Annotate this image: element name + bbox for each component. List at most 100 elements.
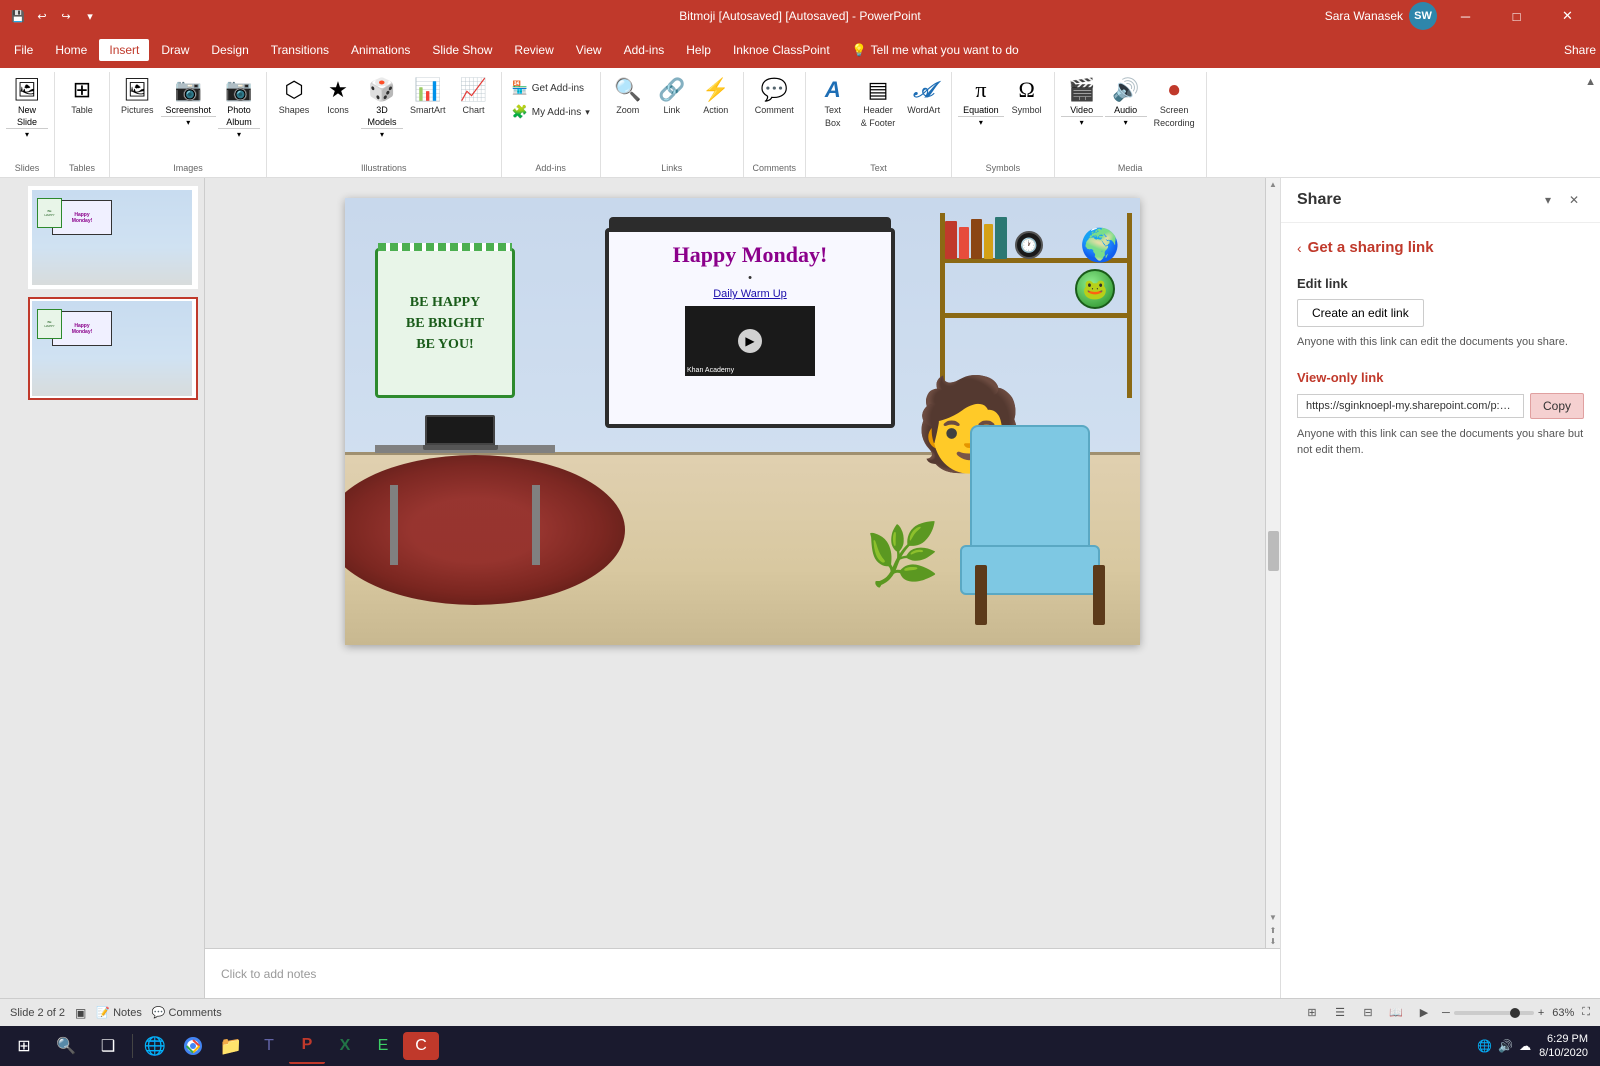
screenshot-arrow[interactable]: ▾ (161, 116, 217, 128)
link-button[interactable]: 🔗 Link (651, 74, 693, 119)
photo-album-button[interactable]: 📷 Photo Album ▾ (218, 74, 260, 140)
equation-button[interactable]: π Equation ▾ (958, 74, 1004, 128)
new-slide-arrow[interactable]: ▾ (6, 128, 48, 140)
video-button[interactable]: 🎬 Video ▾ (1061, 74, 1103, 128)
comments-button[interactable]: 💬 Comments (152, 1006, 222, 1019)
zoom-slider[interactable] (1454, 1011, 1534, 1015)
taskbar-edge[interactable]: 🌐 (137, 1028, 173, 1064)
save-icon[interactable]: 💾 (10, 8, 26, 24)
audio-arrow[interactable]: ▾ (1105, 116, 1147, 128)
video-arrow[interactable]: ▾ (1061, 116, 1103, 128)
3d-models-arrow[interactable]: ▾ (361, 128, 403, 140)
my-addins-button[interactable]: 🧩 My Add-ins ▾ (508, 102, 594, 122)
notes-area[interactable]: Click to add notes (205, 948, 1280, 998)
notes-button[interactable]: 📝 Notes (96, 1006, 141, 1019)
fit-slide-icon[interactable]: ⛶ (1582, 1006, 1590, 1019)
menu-insert[interactable]: Insert (99, 39, 149, 61)
wordart-button[interactable]: 𝒜 WordArt (902, 74, 945, 119)
taskbar-edge-green[interactable]: E (365, 1028, 401, 1064)
menu-view[interactable]: View (566, 39, 612, 61)
chart-button[interactable]: 📈 Chart (453, 74, 495, 119)
vertical-scrollbar[interactable]: ▲ ▼ ⬆ ⬇ (1265, 178, 1280, 948)
menu-transitions[interactable]: Transitions (261, 39, 339, 61)
menu-file[interactable]: File (4, 39, 43, 61)
outline-view-button[interactable]: ☰ (1330, 1003, 1350, 1023)
taskbar-powerpoint[interactable]: P (289, 1028, 325, 1064)
taskbar-excel[interactable]: X (327, 1028, 363, 1064)
search-button[interactable]: 🔍 (46, 1026, 86, 1066)
menu-slideshow[interactable]: Slide Show (422, 39, 502, 61)
normal-view-button[interactable]: ⊞ (1302, 1003, 1322, 1023)
photo-album-arrow[interactable]: ▾ (218, 128, 260, 140)
slide-thumb-2[interactable]: HappyMonday! BEHAPPY (28, 297, 198, 400)
audio-button[interactable]: 🔊 Audio ▾ (1105, 74, 1147, 128)
task-view-button[interactable]: ❑ (88, 1026, 128, 1066)
text-box-button[interactable]: A Text Box (812, 74, 854, 132)
scroll-thumb[interactable] (1268, 531, 1279, 571)
reading-view-button[interactable]: 📖 (1386, 1003, 1406, 1023)
symbol-button[interactable]: Ω Symbol (1006, 74, 1048, 119)
slide-sorter-button[interactable]: ⊟ (1358, 1003, 1378, 1023)
screen-recording-button[interactable]: ⏺ Screen Recording (1149, 74, 1200, 132)
screenshot-button[interactable]: 📷 Screenshot ▾ (161, 74, 217, 128)
table-button[interactable]: ⊞ Table (61, 74, 103, 119)
time-display[interactable]: 6:29 PM 8/10/2020 (1539, 1032, 1588, 1061)
menu-design[interactable]: Design (201, 39, 258, 61)
maximize-button[interactable]: □ (1494, 0, 1539, 32)
header-footer-button[interactable]: ▤ Header & Footer (856, 74, 901, 132)
3d-models-button[interactable]: 🎲 3D Models ▾ (361, 74, 403, 140)
taskbar-explorer[interactable]: 📁 (213, 1028, 249, 1064)
zoom-out-icon[interactable]: ─ (1442, 1007, 1450, 1019)
share-panel-dropdown[interactable]: ▾ (1538, 190, 1558, 210)
zoom-button[interactable]: 🔍 Zoom (607, 74, 649, 119)
slide-layout-icon[interactable]: ▣ (75, 1006, 86, 1020)
create-edit-link-button[interactable]: Create an edit link (1297, 299, 1424, 327)
new-slide-button[interactable]: 🖼 New Slide ▾ (6, 74, 48, 140)
scroll-nav-up[interactable]: ⬆ (1270, 926, 1277, 935)
shapes-button[interactable]: ⬡ Shapes (273, 74, 315, 119)
zoom-in-icon[interactable]: + (1538, 1007, 1544, 1019)
taskbar-chrome[interactable] (175, 1028, 211, 1064)
share-menu-button[interactable]: Share (1564, 43, 1596, 57)
menu-home[interactable]: Home (45, 39, 97, 61)
scroll-nav-down[interactable]: ⬇ (1270, 937, 1277, 946)
scroll-up-arrow[interactable]: ▲ (1269, 180, 1277, 189)
taskbar-red-app[interactable]: C (403, 1032, 439, 1060)
redo-icon[interactable]: ↪ (58, 8, 74, 24)
get-addins-button[interactable]: 🏪 Get Add-ins (508, 78, 594, 98)
onedrive-icon[interactable]: ☁ (1519, 1039, 1531, 1053)
view-link-input[interactable] (1297, 394, 1524, 418)
customize-icon[interactable]: ▾ (82, 8, 98, 24)
close-button[interactable]: ✕ (1545, 0, 1590, 32)
copy-link-button[interactable]: Copy (1530, 393, 1584, 419)
share-back-row[interactable]: ‹ Get a sharing link (1297, 239, 1584, 256)
slideshow-button[interactable]: ▶ (1414, 1003, 1434, 1023)
smartart-button[interactable]: 📊 SmartArt (405, 74, 451, 119)
undo-icon[interactable]: ↩ (34, 8, 50, 24)
speaker-icon[interactable]: 🔊 (1498, 1039, 1513, 1053)
ribbon-collapse-button[interactable]: ▲ (1585, 72, 1600, 177)
taskbar-teams[interactable]: T (251, 1028, 287, 1064)
menu-review[interactable]: Review (504, 39, 563, 61)
avatar[interactable]: SW (1409, 2, 1437, 30)
equation-arrow[interactable]: ▾ (958, 116, 1004, 128)
slide-scroll-area[interactable]: ▲ ▼ ⬆ ⬇ (205, 178, 1280, 948)
menu-animations[interactable]: Animations (341, 39, 420, 61)
comment-button[interactable]: 💬 Comment (750, 74, 799, 119)
slide-canvas[interactable]: BE HAPPY BE BRIGHT BE YOU! Happy Monday!… (345, 198, 1140, 645)
slide-thumb-1[interactable]: HappyMonday! BEHAPPY (28, 186, 198, 289)
network-icon[interactable]: 🌐 (1477, 1039, 1492, 1053)
zoom-level[interactable]: 63% (1552, 1007, 1574, 1019)
pictures-button[interactable]: 🖼 Pictures (116, 74, 159, 119)
start-button[interactable]: ⊞ (4, 1026, 44, 1066)
play-button[interactable]: ▶ (738, 329, 762, 353)
scroll-down-arrow[interactable]: ▼ (1269, 913, 1277, 922)
menu-draw[interactable]: Draw (151, 39, 199, 61)
menu-inknoe[interactable]: Inknoe ClassPoint (723, 39, 840, 61)
menu-help[interactable]: Help (676, 39, 721, 61)
icons-button[interactable]: ★ Icons (317, 74, 359, 119)
tell-me[interactable]: 💡 Tell me what you want to do (852, 43, 1019, 57)
video-embed[interactable]: ▶ Khan Academy (685, 306, 815, 376)
warm-up-link[interactable]: Daily Warm Up (713, 288, 787, 300)
menu-addins[interactable]: Add-ins (614, 39, 675, 61)
